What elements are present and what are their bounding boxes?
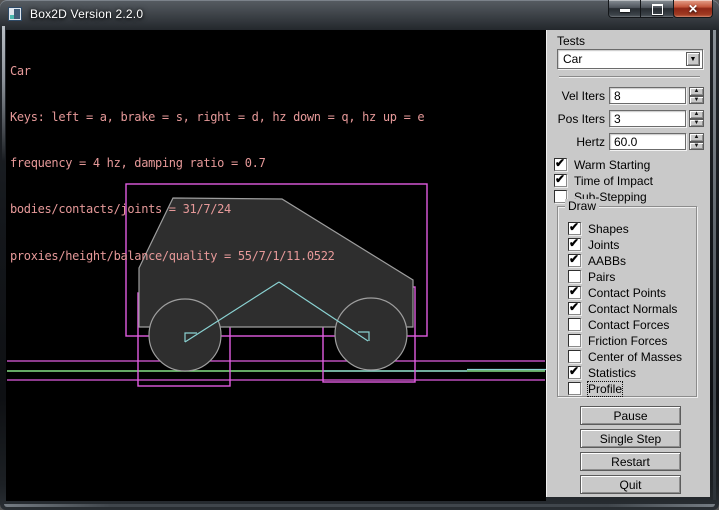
checkbox-box[interactable]: ✔	[568, 382, 581, 395]
tests-dropdown-value: Car	[563, 52, 582, 66]
checkbox-box[interactable]: ✔	[554, 174, 567, 187]
checkbox-box[interactable]: ✔	[554, 158, 567, 171]
check-icon: ✔	[569, 284, 579, 298]
vel-iters-label: Vel Iters	[547, 89, 605, 103]
pause-button[interactable]: Pause	[580, 406, 681, 425]
hertz-row: Hertz 60.0 ▲ ▼	[547, 133, 711, 151]
maximize-button[interactable]	[641, 0, 673, 18]
checkbox-label: Profile	[588, 382, 622, 396]
pos-iters-row: Pos Iters 3 ▲ ▼	[547, 110, 711, 128]
tests-dropdown[interactable]: Car ▼	[557, 49, 703, 69]
titlebar[interactable]: Box2D Version 2.2.0 ✕	[0, 0, 719, 29]
control-panel: Tests Car ▼ Vel Iters 8 ▲ ▼ Pos Iters 3 …	[546, 30, 710, 497]
check-icon: ✔	[569, 364, 579, 378]
checkbox-label: Contact Points	[588, 286, 666, 300]
checkbox-label: Friction Forces	[588, 334, 667, 348]
spinner-down-icon[interactable]: ▼	[689, 96, 704, 105]
close-icon: ✕	[688, 3, 698, 15]
checkbox-label: Center of Masses	[588, 350, 682, 364]
vel-iters-stepper[interactable]: ▲ ▼	[689, 87, 704, 104]
window-controls: ✕	[608, 0, 713, 18]
app-window-icon	[8, 7, 22, 21]
minimize-icon	[620, 9, 630, 12]
test-name: Car	[10, 64, 424, 79]
pos-iters-stepper[interactable]: ▲ ▼	[689, 110, 704, 127]
checkbox-label: Shapes	[588, 222, 629, 236]
quit-button[interactable]: Quit	[580, 475, 681, 494]
box2d-testbed-window: Box2D Version 2.2.0 ✕	[0, 0, 719, 510]
right-wheel	[335, 298, 407, 370]
minimize-button[interactable]	[608, 0, 641, 18]
close-button[interactable]: ✕	[673, 0, 713, 18]
vel-iters-row: Vel Iters 8 ▲ ▼	[547, 87, 711, 105]
checkbox-box[interactable]: ✔	[568, 286, 581, 299]
keys-help: Keys: left = a, brake = s, right = d, hz…	[10, 110, 424, 125]
check-icon: ✔	[569, 220, 579, 234]
frame-left-highlight	[2, 26, 5, 161]
window-title: Box2D Version 2.2.0	[30, 7, 143, 21]
bodies-stats: bodies/contacts/joints = 31/7/24	[10, 202, 424, 217]
vel-iters-field[interactable]: 8	[609, 87, 686, 104]
checkbox-label: AABBs	[588, 254, 626, 268]
draw-group-title: Draw	[565, 199, 599, 213]
vel-iters-value: 8	[614, 89, 621, 103]
checkbox-label: Statistics	[588, 366, 636, 380]
checkbox-label: Time of Impact	[574, 174, 653, 188]
spinner-down-icon[interactable]: ▼	[689, 142, 704, 151]
hertz-value: 60.0	[614, 135, 637, 149]
frequency-info: frequency = 4 hz, damping ratio = 0.7	[10, 156, 424, 171]
debug-stats-text: Car Keys: left = a, brake = s, right = d…	[10, 33, 424, 295]
proxies-stats: proxies/height/balance/quality = 55/7/1/…	[10, 249, 424, 264]
checkbox-box[interactable]: ✔	[568, 350, 581, 363]
checkbox-box[interactable]: ✔	[568, 334, 581, 347]
checkbox-box[interactable]: ✔	[568, 222, 581, 235]
checkbox-box[interactable]: ✔	[568, 302, 581, 315]
checkbox-box[interactable]: ✔	[568, 238, 581, 251]
checkbox-box[interactable]: ✔	[568, 254, 581, 267]
pos-iters-field[interactable]: 3	[609, 110, 686, 127]
check-icon: ✔	[569, 236, 579, 250]
hertz-stepper[interactable]: ▲ ▼	[689, 133, 704, 150]
check-icon: ✔	[569, 300, 579, 314]
single-step-button[interactable]: Single Step	[580, 429, 681, 448]
check-icon: ✔	[569, 252, 579, 266]
checkbox-label: Contact Normals	[588, 302, 677, 316]
spinner-down-icon[interactable]: ▼	[689, 119, 704, 128]
maximize-icon	[652, 4, 663, 15]
checkbox-label: Pairs	[588, 270, 615, 284]
checkbox-box[interactable]: ✔	[568, 366, 581, 379]
checkbox-label: Warm Starting	[574, 158, 650, 172]
checkbox-box[interactable]: ✔	[568, 270, 581, 283]
tests-label: Tests	[557, 34, 585, 48]
frame-bottom-highlight	[4, 504, 715, 507]
spinner-up-icon[interactable]: ▲	[689, 87, 704, 96]
check-icon: ✔	[555, 156, 565, 170]
spinner-up-icon[interactable]: ▲	[689, 133, 704, 142]
hertz-field[interactable]: 60.0	[609, 133, 686, 150]
draw-group: Draw ✔ Shapes ✔ Joints ✔ AABBs ✔ Pairs ✔…	[557, 206, 697, 397]
spinner-up-icon[interactable]: ▲	[689, 110, 704, 119]
restart-button[interactable]: Restart	[580, 452, 681, 471]
checkbox-label: Joints	[588, 238, 619, 252]
frame-right-highlight	[713, 30, 716, 500]
checkbox-box[interactable]: ✔	[568, 318, 581, 331]
checkbox-label: Contact Forces	[588, 318, 669, 332]
check-icon: ✔	[555, 172, 565, 186]
chevron-down-icon[interactable]: ▼	[686, 52, 700, 66]
pos-iters-value: 3	[614, 112, 621, 126]
pos-iters-label: Pos Iters	[547, 112, 605, 126]
separator	[559, 76, 700, 78]
hertz-label: Hertz	[547, 135, 605, 149]
simulation-canvas[interactable]: Car Keys: left = a, brake = s, right = d…	[6, 30, 546, 501]
